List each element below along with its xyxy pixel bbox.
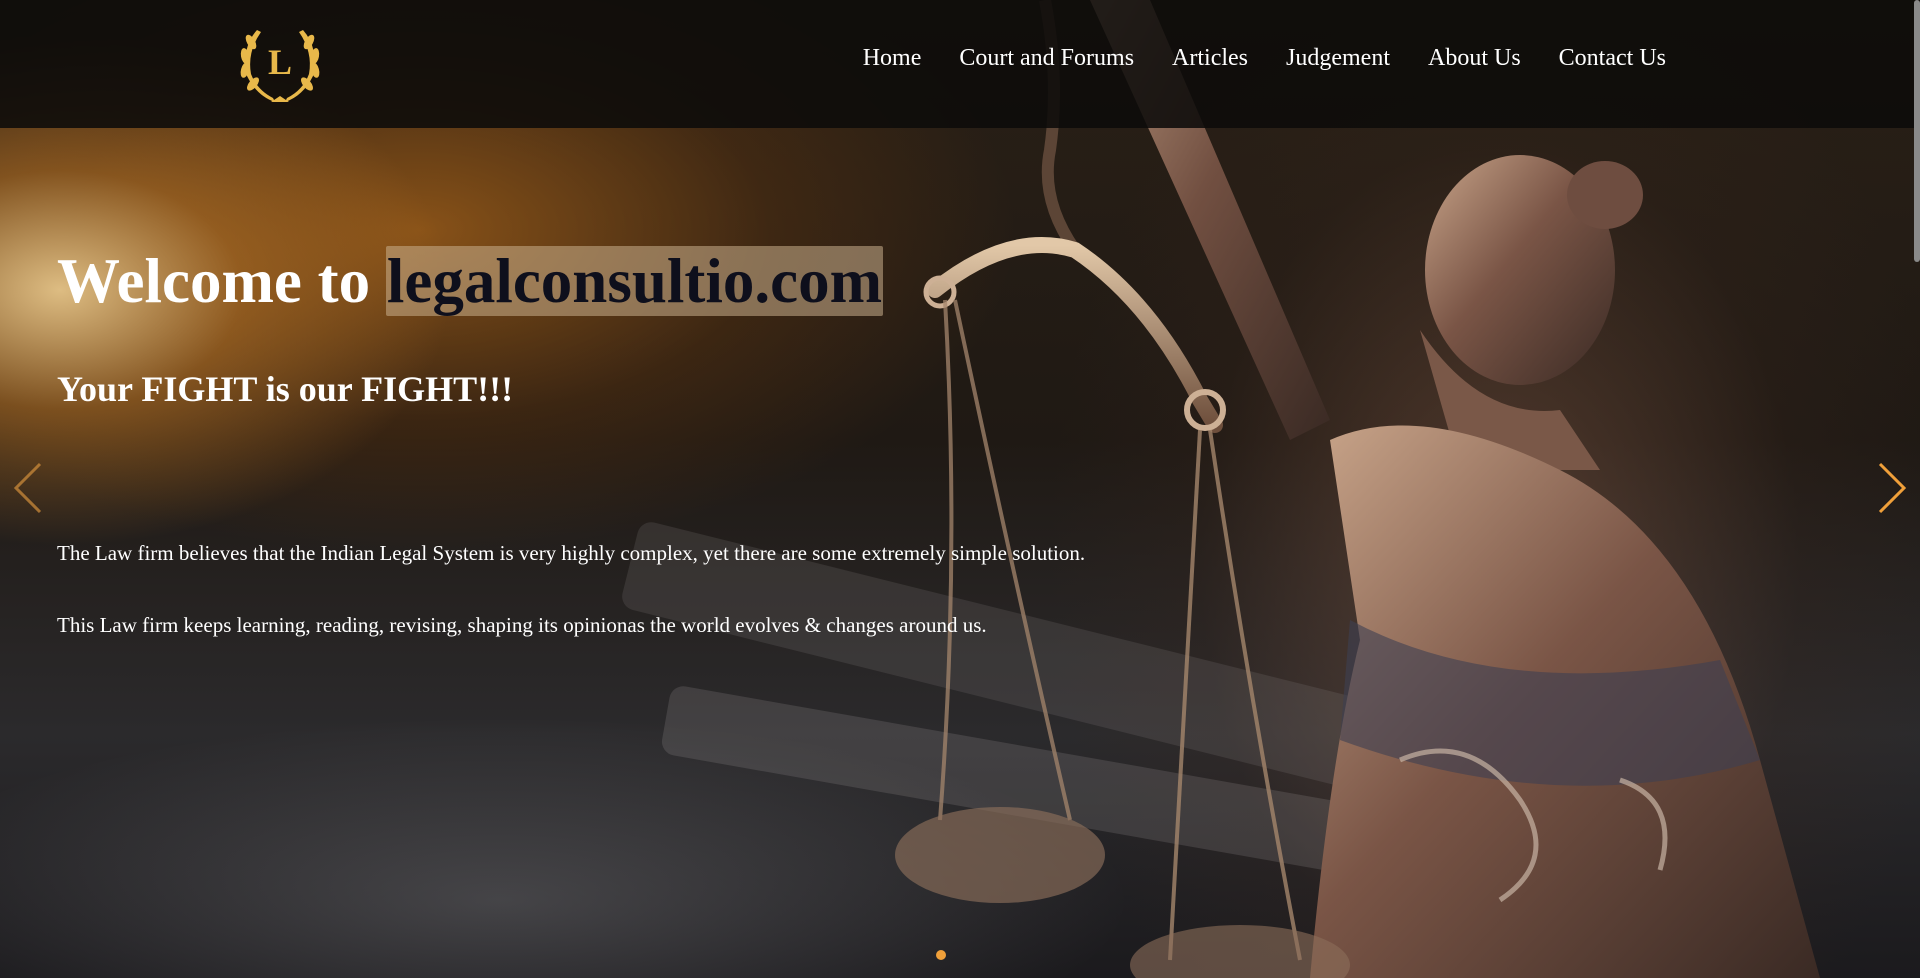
carousel-indicators [936,950,946,960]
carousel-next-button[interactable] [1874,458,1910,518]
hero-paragraph-2: This Law firm keeps learning, reading, r… [57,613,987,637]
page-scrollbar-thumb[interactable] [1914,0,1920,262]
nav-home[interactable]: Home [863,46,922,70]
nav-judgement[interactable]: Judgement [1286,46,1390,70]
lady-justice-statue-image [622,0,1820,978]
nav-articles[interactable]: Articles [1172,46,1248,70]
nav-court-and-forums[interactable]: Court and Forums [959,46,1134,70]
hero-title: Welcome to legalconsultio.com [57,244,884,320]
chevron-right-icon [1878,462,1907,514]
chevron-left-icon [13,462,42,514]
carousel-prev-button[interactable] [10,458,46,518]
svg-text:L: L [268,42,292,82]
hero-text: Welcome to legalconsultio.com [57,244,884,320]
nav-contact-us[interactable]: Contact Us [1559,46,1666,70]
hero-title-domain: legalconsultio.com [385,246,884,316]
top-navbar: L Home Court and Forums Articles Judgeme… [0,0,1920,128]
hero-subtitle: Your FIGHT is our FIGHT!!! [57,369,514,409]
main-nav: Home Court and Forums Articles Judgement… [863,46,1666,70]
carousel-dot-active[interactable] [936,950,946,960]
hero-paragraph-1: The Law firm believes that the Indian Le… [57,541,1086,565]
laurel-logo-icon[interactable]: L [233,18,327,106]
nav-about-us[interactable]: About Us [1428,46,1521,70]
hero-banner [0,0,1920,978]
hero-title-prefix: Welcome to [57,246,386,316]
